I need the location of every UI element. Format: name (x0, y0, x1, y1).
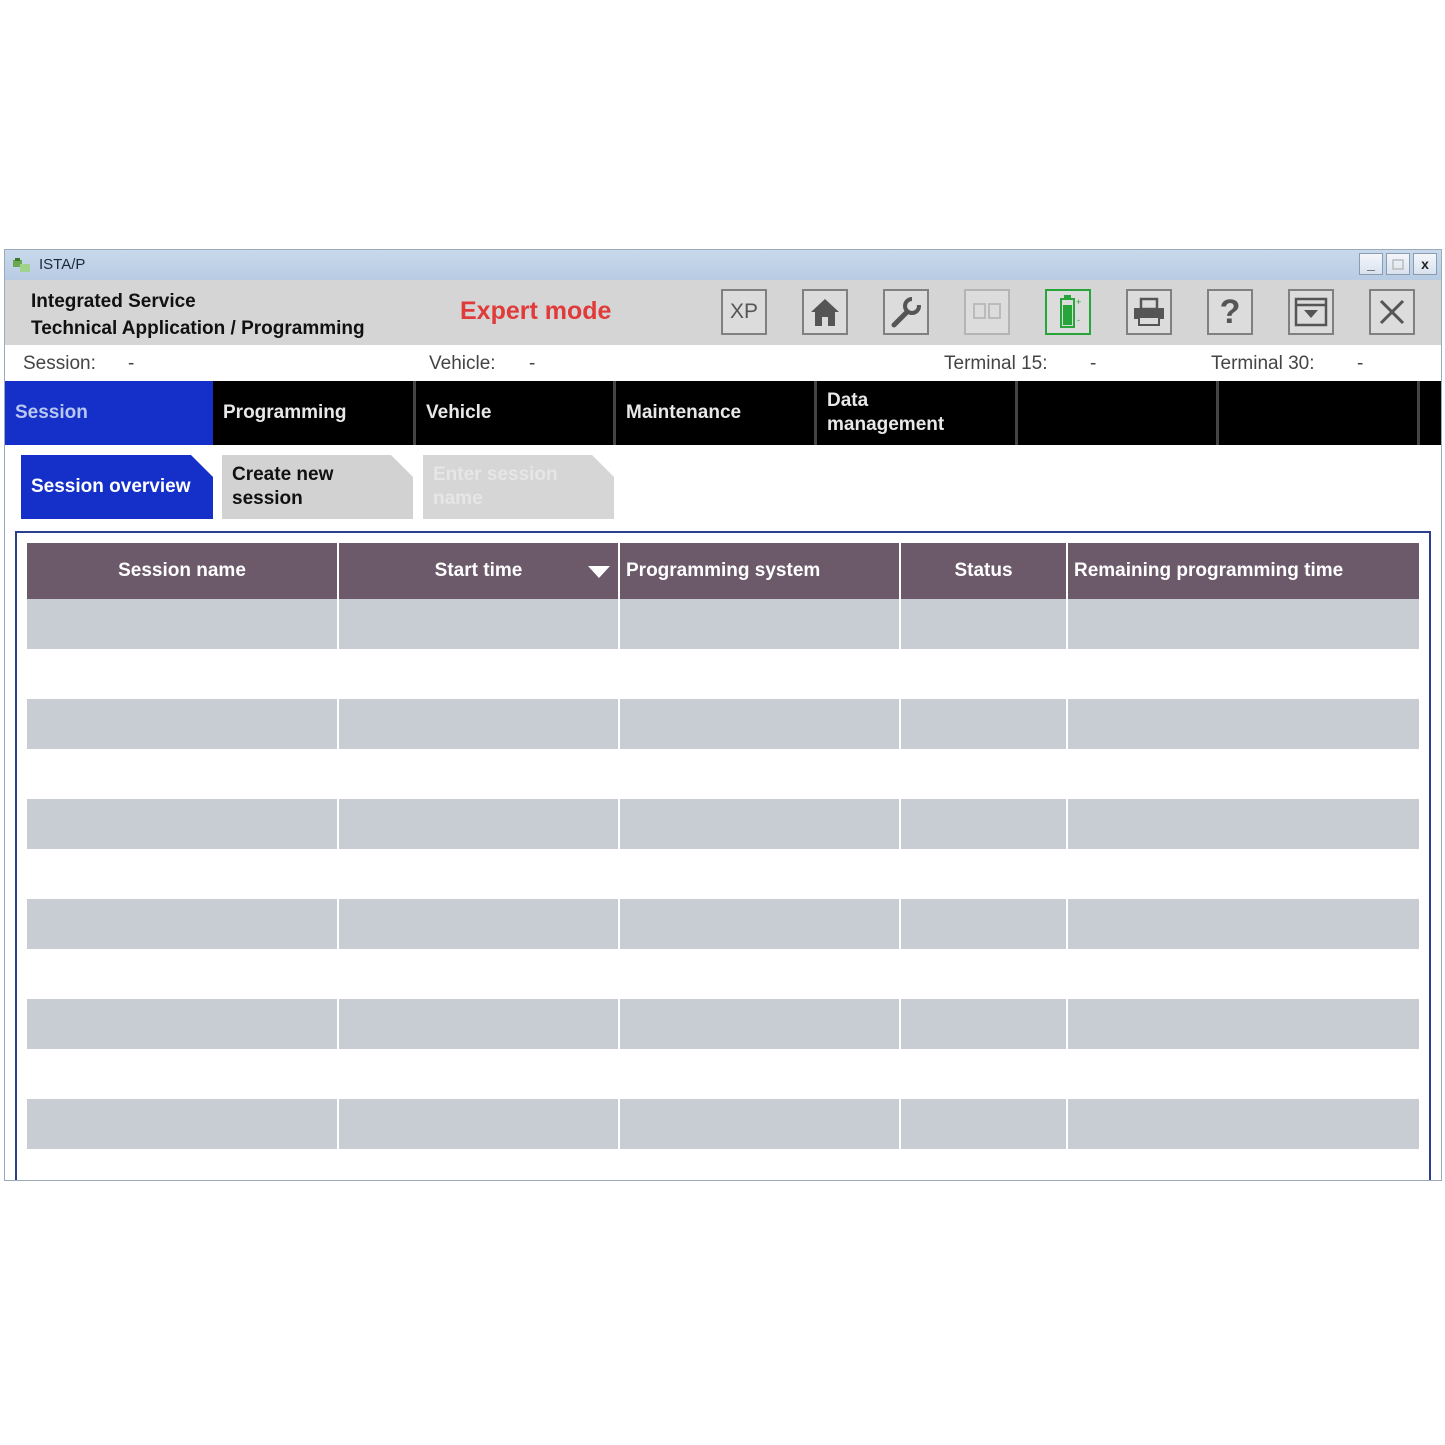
service-button[interactable] (883, 289, 929, 335)
header-band: Integrated Service Technical Application… (5, 280, 1441, 345)
nav-empty-2 (1219, 381, 1420, 445)
vehicle-label: Vehicle: (429, 353, 496, 374)
session-table: Session name Start time Programming syst… (27, 543, 1419, 1180)
table-row[interactable] (27, 849, 1419, 899)
window-title: ISTA/P (39, 256, 86, 273)
nav-data-management[interactable]: Data management (817, 381, 1018, 445)
session-value: - (128, 353, 135, 374)
table-header-row: Session name Start time Programming syst… (27, 543, 1419, 599)
terminal15-value: - (1090, 353, 1097, 374)
sort-descending-icon (588, 566, 610, 578)
table-row[interactable] (27, 1049, 1419, 1099)
nav-data-management-label: Data management (827, 390, 945, 435)
xp-icon: XP (729, 300, 758, 323)
nav-programming[interactable]: Programming (213, 381, 416, 445)
column-header-session-name[interactable]: Session name (27, 543, 339, 599)
maximize-icon (1392, 258, 1404, 270)
device-icon (973, 303, 1001, 319)
terminal30-label: Terminal 30: (1211, 353, 1315, 374)
table-row[interactable] (27, 649, 1419, 699)
session-table-frame: Session name Start time Programming syst… (15, 531, 1431, 1180)
tab-enter-session-name-label: Enter session name (433, 464, 558, 509)
table-row[interactable] (27, 999, 1419, 1049)
nav-empty-1 (1018, 381, 1219, 445)
tab-create-new-session[interactable]: Create new session (222, 455, 413, 519)
vehicle-value: - (529, 353, 536, 374)
table-row[interactable] (27, 949, 1419, 999)
terminal30-value: - (1357, 353, 1364, 374)
app-icon (13, 258, 30, 272)
column-header-status[interactable]: Status (900, 543, 1068, 599)
svg-text:-: - (1077, 315, 1080, 325)
tab-enter-session-name: Enter session name (423, 455, 614, 519)
minimize-button[interactable]: _ (1359, 253, 1383, 275)
battery-icon: + - (1060, 295, 1081, 328)
table-row[interactable] (27, 799, 1419, 849)
device-button (964, 289, 1010, 335)
exit-button[interactable] (1369, 289, 1415, 335)
column-header-start-time[interactable]: Start time (338, 543, 620, 599)
xp-button[interactable]: XP (721, 289, 767, 335)
nav-maintenance[interactable]: Maintenance (616, 381, 817, 445)
wrench-icon (891, 296, 921, 328)
home-icon (811, 299, 839, 326)
tab-create-new-session-label: Create new session (232, 464, 334, 509)
expert-mode-label: Expert mode (460, 297, 612, 325)
help-icon: ? (1219, 292, 1241, 331)
table-row[interactable] (27, 1149, 1419, 1180)
svg-text:+: + (1076, 297, 1081, 307)
home-button[interactable] (802, 289, 848, 335)
session-label: Session: (23, 353, 96, 374)
help-button[interactable]: ? (1207, 289, 1253, 335)
table-row[interactable] (27, 699, 1419, 749)
table-body (27, 599, 1419, 1180)
battery-button[interactable]: + - (1045, 289, 1091, 335)
app-name: Integrated Service Technical Application… (31, 291, 365, 339)
minimize-panel-button[interactable] (1288, 289, 1334, 335)
nav-session[interactable]: Session (5, 381, 213, 445)
main-nav: Session Programming Vehicle Maintenance … (5, 381, 1441, 445)
nav-vehicle[interactable]: Vehicle (416, 381, 616, 445)
column-header-programming-system[interactable]: Programming system (619, 543, 901, 599)
close-window-button[interactable]: x (1413, 253, 1437, 275)
close-icon (1379, 299, 1405, 325)
table-row[interactable] (27, 749, 1419, 799)
minimize-panel-icon (1294, 297, 1328, 327)
maximize-button[interactable] (1386, 253, 1410, 275)
title-bar: ISTA/P _ x (5, 250, 1441, 280)
status-line: Session: - Vehicle: - Terminal 15: - Ter… (5, 345, 1441, 381)
print-button[interactable] (1126, 289, 1172, 335)
column-header-remaining-time[interactable]: Remaining programming time (1067, 543, 1419, 599)
window-controls: _ x (1359, 253, 1437, 275)
table-row[interactable] (27, 599, 1419, 649)
table-row[interactable] (27, 899, 1419, 949)
tab-session-overview[interactable]: Session overview (21, 455, 213, 519)
printer-icon (1134, 297, 1164, 326)
table-row[interactable] (27, 1099, 1419, 1149)
terminal15-label: Terminal 15: (944, 353, 1048, 374)
main-window: ISTA/P _ x Integrated Service Technical … (4, 249, 1442, 1181)
